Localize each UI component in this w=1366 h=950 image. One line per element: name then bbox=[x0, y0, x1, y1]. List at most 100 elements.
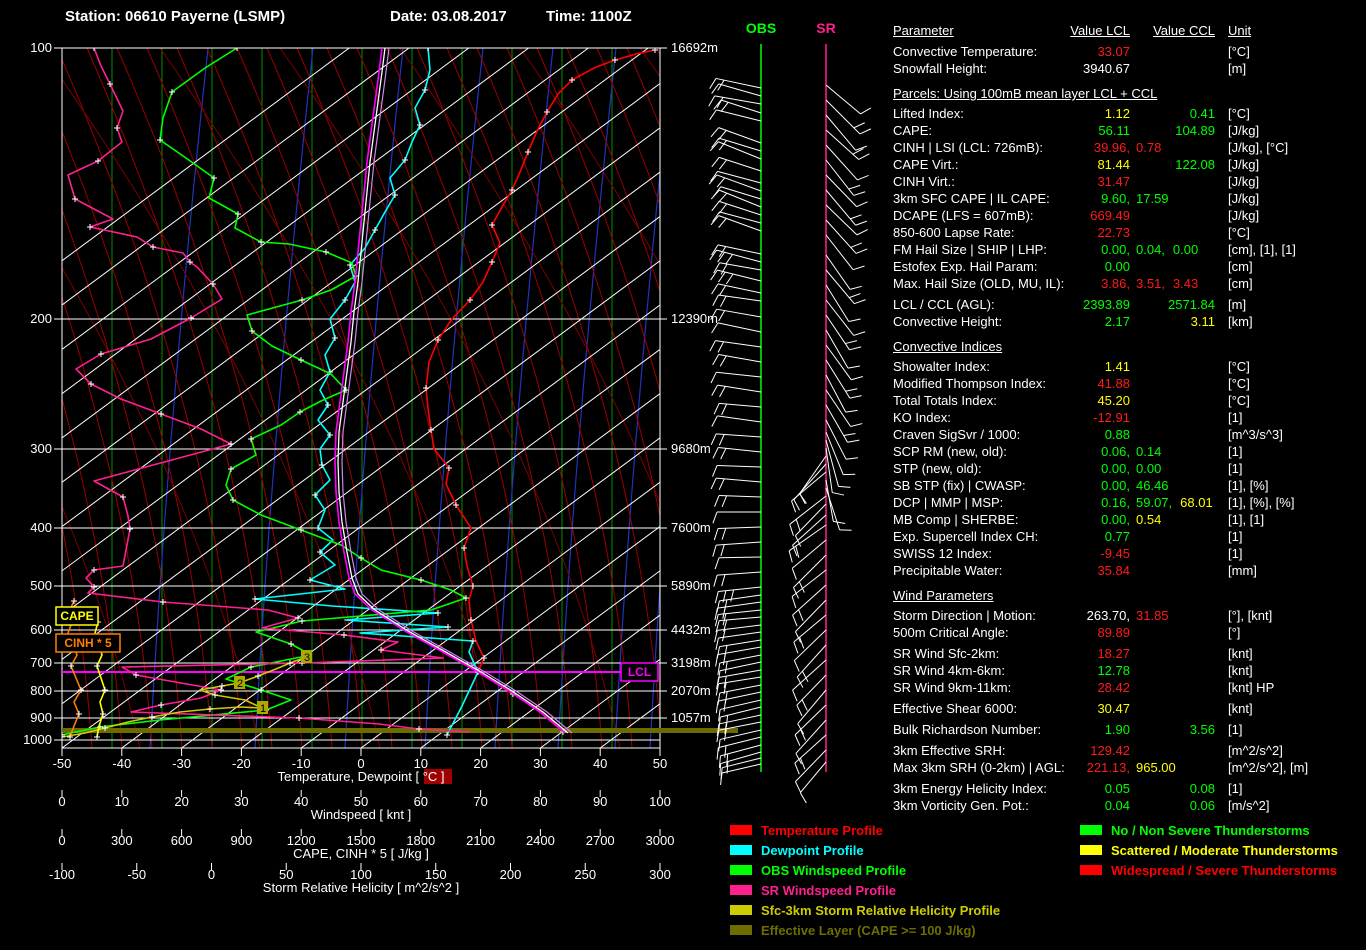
x-axis-3: -100-50050100150200250300Storm Relative … bbox=[49, 863, 671, 895]
unit-label: [J/kg] bbox=[1228, 190, 1259, 207]
table-row: Craven SigSvr / 1000:0.88[m^3/s^3] bbox=[893, 426, 1363, 443]
parameter-label: CAPE: bbox=[893, 122, 932, 139]
legend-label: Dewpoint Profile bbox=[761, 843, 864, 858]
legend-swatch-icon bbox=[730, 845, 752, 855]
unit-label: [°C] bbox=[1228, 358, 1250, 375]
table-row: MB Comp | SHERBE:0.00,0.54[1], [1] bbox=[893, 511, 1363, 528]
value-lcl: 0.88 bbox=[993, 426, 1130, 443]
legend-item: Effective Layer (CAPE >= 100 J/kg) bbox=[730, 920, 1000, 940]
table-row: CAPE:56.11104.89[J/kg] bbox=[893, 122, 1363, 139]
pressure-tick-label: 100 bbox=[30, 40, 52, 55]
legend-item: Widespread / Severe Thunderstorms bbox=[1080, 860, 1338, 880]
axis-tick-label: 20 bbox=[473, 756, 487, 771]
unit-label: [°C] bbox=[1228, 105, 1250, 122]
table-row: Lifted Index:1.120.41[°C] bbox=[893, 105, 1363, 122]
column-header: Value LCL bbox=[993, 22, 1130, 39]
unit-label: [1] bbox=[1228, 528, 1242, 545]
table-row: Convective Temperature:33.07[°C] bbox=[893, 43, 1363, 60]
table-row: DCAPE (LFS = 607mB):669.49[J/kg] bbox=[893, 207, 1363, 224]
axis-tick-label: 300 bbox=[111, 833, 133, 848]
unit-label: [1], [1] bbox=[1228, 511, 1264, 528]
legend-label: SR Windspeed Profile bbox=[761, 883, 896, 898]
axis-tick-label: 30 bbox=[234, 794, 248, 809]
pressure-tick-label: 300 bbox=[30, 441, 52, 456]
value-lcl: 31.47 bbox=[993, 173, 1130, 190]
unit-label: [J/kg] bbox=[1228, 207, 1259, 224]
axis-tick-label: 70 bbox=[473, 794, 487, 809]
unit-label: [cm], [1], [1] bbox=[1228, 241, 1296, 258]
value-lcl: 18.27 bbox=[993, 645, 1130, 662]
altitude-tick-label: 3198m bbox=[671, 655, 711, 670]
value-lcl: 0.05 bbox=[993, 780, 1130, 797]
axis-title: CAPE, CINH * 5 [ J/kg ] bbox=[293, 846, 429, 861]
table-row: Exp. Supercell Index CH:0.77[1] bbox=[893, 528, 1363, 545]
legend-label: OBS Windspeed Profile bbox=[761, 863, 906, 878]
unit-label: [°C] bbox=[1228, 375, 1250, 392]
pressure-tick-label: 200 bbox=[30, 311, 52, 326]
section-header: Wind Parameters bbox=[893, 587, 1363, 604]
axis-tick-label: 3000 bbox=[646, 833, 675, 848]
svg-text:LCL: LCL bbox=[628, 665, 651, 679]
section-header: Convective Indices bbox=[893, 338, 1363, 355]
unit-label: [1] bbox=[1228, 780, 1242, 797]
parameter-table: ParameterValue LCLValue CCLUnitConvectiv… bbox=[893, 22, 1363, 814]
value-lcl: 0.00, bbox=[993, 241, 1130, 258]
axis-tick-label: -100 bbox=[49, 867, 75, 882]
axis-tick-label: -20 bbox=[232, 756, 251, 771]
value-ccl: 0.08 bbox=[1140, 780, 1215, 797]
table-row: SR Wind Sfc-2km:18.27[knt] bbox=[893, 645, 1363, 662]
table-row: SR Wind 9km-11km:28.42[knt] HP bbox=[893, 679, 1363, 696]
axis-tick-label: 50 bbox=[653, 756, 667, 771]
value-extra: 0.00 bbox=[1136, 460, 1169, 477]
table-row: SB STP (fix) | CWASP:0.00,46.46[1], [%] bbox=[893, 477, 1363, 494]
table-row: SR Wind 4km-6km:12.78[knt] bbox=[893, 662, 1363, 679]
table-row: 3km Energy Helicity Index:0.050.08[1] bbox=[893, 780, 1363, 797]
value-lcl: 22.73 bbox=[993, 224, 1130, 241]
axis-tick-label: 250 bbox=[574, 867, 596, 882]
value-extra: 59.07,68.01 bbox=[1136, 494, 1221, 511]
sounding-app: Station: 06610 Payerne (LSMP) Date: 03.0… bbox=[0, 0, 1366, 950]
table-row: 3km Effective SRH:129.42[m^2/s^2] bbox=[893, 742, 1363, 759]
table-row: Modified Thompson Index:41.88[°C] bbox=[893, 375, 1363, 392]
legend-label: Effective Layer (CAPE >= 100 J/kg) bbox=[761, 923, 976, 938]
section-header: Parcels: Using 100mB mean layer LCL + CC… bbox=[893, 85, 1363, 102]
legend-item: No / Non Severe Thunderstorms bbox=[1080, 820, 1338, 840]
value-lcl: 89.89 bbox=[993, 624, 1130, 641]
legend-swatch-icon bbox=[730, 905, 752, 915]
axis-tick-label: -50 bbox=[127, 867, 146, 882]
altitude-tick-label: 7600m bbox=[671, 520, 711, 535]
unit-label: [knt] bbox=[1228, 662, 1253, 679]
value-lcl: 0.04 bbox=[993, 797, 1130, 814]
table-row: 3km Vorticity Gen. Pot.:0.040.06[m/s^2] bbox=[893, 797, 1363, 814]
axis-tick-label: 600 bbox=[171, 833, 193, 848]
table-row: Showalter Index:1.41[°C] bbox=[893, 358, 1363, 375]
sr-wind-column: SR bbox=[789, 20, 871, 803]
svg-text:CINH * 5: CINH * 5 bbox=[64, 636, 112, 650]
unit-label: [cm] bbox=[1228, 275, 1253, 292]
unit-label: [1] bbox=[1228, 545, 1242, 562]
legend-swatch-icon bbox=[1080, 825, 1102, 835]
value-ccl: 122.08 bbox=[1140, 156, 1215, 173]
unit-label: [J/kg] bbox=[1228, 173, 1259, 190]
altitude-tick-label: 16692m bbox=[671, 40, 718, 55]
legend-swatch-icon bbox=[730, 865, 752, 875]
axis-tick-label: 2700 bbox=[586, 833, 615, 848]
table-row: Max. Hail Size (OLD, MU, IL):3.86,3.51,3… bbox=[893, 275, 1363, 292]
column-header: Value CCL bbox=[1140, 22, 1215, 39]
value-ccl: 2571.84 bbox=[1140, 296, 1215, 313]
obs-wind-column: OBS bbox=[709, 20, 776, 785]
value-lcl: 39.96, bbox=[993, 139, 1130, 156]
axis-title: Storm Relative Helicity [ m^2/s^2 ] bbox=[263, 880, 459, 895]
table-row: 3km SFC CAPE | IL CAPE:9.60,17.59[J/kg] bbox=[893, 190, 1363, 207]
table-row: CINH Virt.:31.47[J/kg] bbox=[893, 173, 1363, 190]
parameter-label: Showalter Index: bbox=[893, 358, 990, 375]
value-extra: 0.54 bbox=[1136, 511, 1169, 528]
unit-label: [cm] bbox=[1228, 258, 1253, 275]
value-lcl: 56.11 bbox=[993, 122, 1130, 139]
parameter-label: 500m Critical Angle: bbox=[893, 624, 1009, 641]
unit-label: [1] bbox=[1228, 443, 1242, 460]
table-row: Convective Height:2.173.11[km] bbox=[893, 313, 1363, 330]
profile-legend: Temperature ProfileDewpoint ProfileOBS W… bbox=[730, 820, 1000, 940]
axis-tick-label: 0 bbox=[208, 867, 215, 882]
parameter-label: Precipitable Water: bbox=[893, 562, 1002, 579]
